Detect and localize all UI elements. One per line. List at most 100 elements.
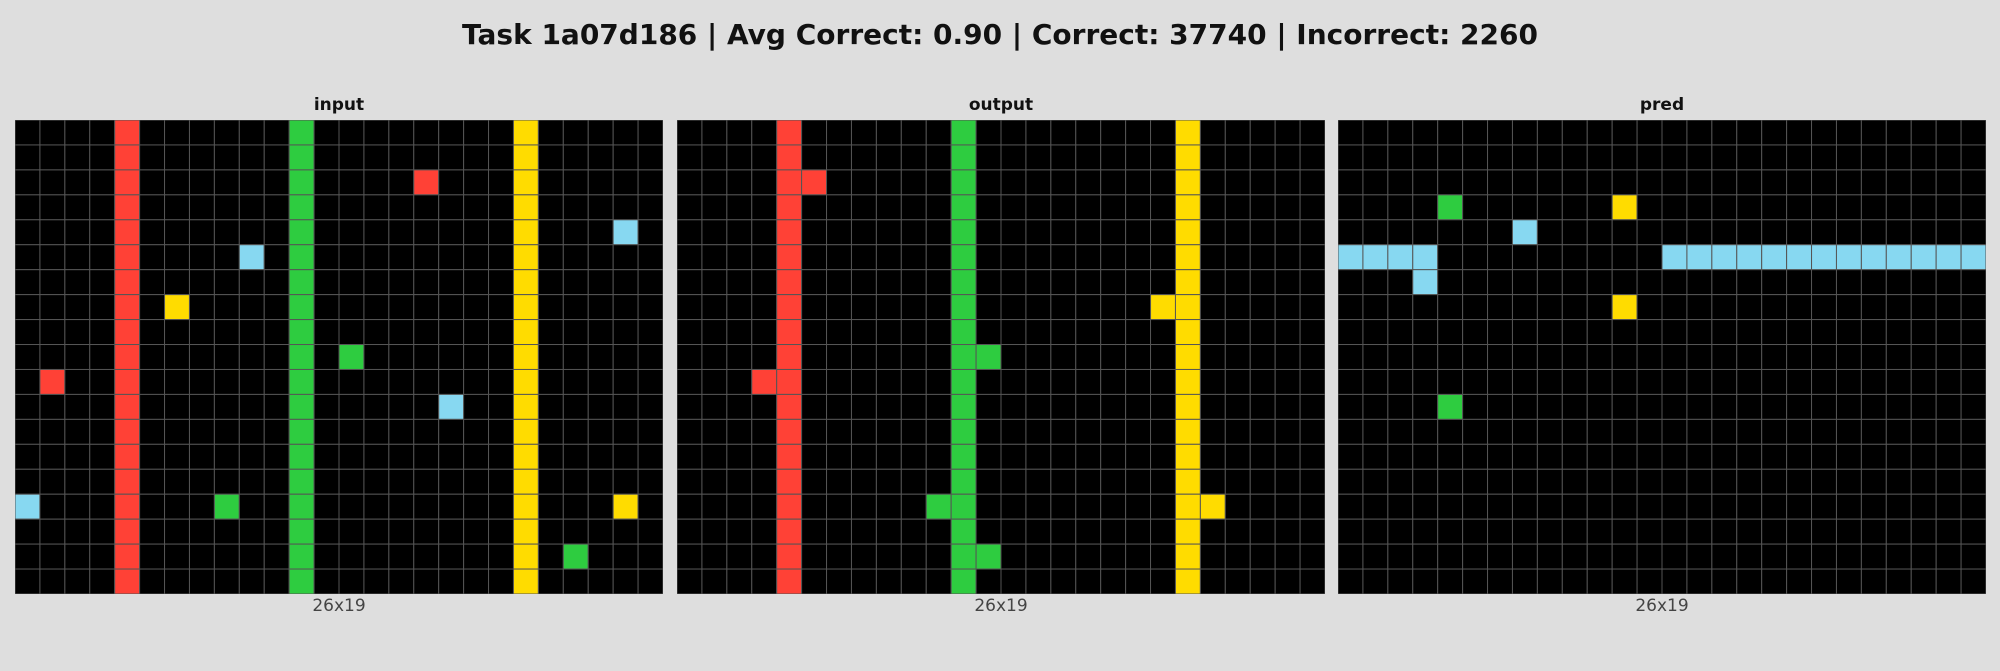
grid-cell bbox=[1299, 568, 1325, 594]
grid-cell bbox=[1299, 194, 1325, 221]
grid-cell bbox=[701, 269, 728, 296]
grid-cell bbox=[1437, 219, 1464, 246]
grid-cell bbox=[1199, 393, 1226, 420]
grid-cell bbox=[139, 418, 166, 445]
grid-cell bbox=[1487, 493, 1513, 520]
grid-cell bbox=[1412, 468, 1439, 495]
grid-cell bbox=[413, 194, 440, 221]
grid-cell bbox=[726, 443, 753, 470]
pred-grid bbox=[1338, 120, 1986, 594]
grid-cell bbox=[925, 543, 952, 570]
grid-cell bbox=[1224, 169, 1251, 196]
grid-cell bbox=[1050, 418, 1077, 445]
grid-cell bbox=[751, 120, 778, 146]
grid-cell bbox=[826, 443, 852, 470]
grid-cell bbox=[338, 120, 365, 146]
grid-cell bbox=[313, 443, 340, 470]
grid-cell bbox=[1387, 543, 1414, 570]
grid-cell bbox=[751, 393, 778, 420]
grid-cell bbox=[89, 294, 116, 321]
grid-cell bbox=[1025, 120, 1052, 146]
grid-cell bbox=[1686, 543, 1713, 570]
grid-cell bbox=[875, 518, 902, 545]
grid-cell bbox=[188, 244, 215, 271]
grid-cell bbox=[1249, 443, 1276, 470]
grid-cell bbox=[826, 543, 852, 570]
grid-cell bbox=[1338, 294, 1364, 321]
grid-cell bbox=[1462, 169, 1489, 196]
grid-cell bbox=[1686, 368, 1713, 395]
grid-cell bbox=[1935, 468, 1962, 495]
grid-cell bbox=[1125, 344, 1152, 370]
grid-cell bbox=[1299, 418, 1325, 445]
grid-cell bbox=[751, 294, 778, 321]
grid-cell bbox=[1761, 568, 1788, 594]
grid-cell bbox=[413, 294, 440, 321]
grid-cell bbox=[1199, 169, 1226, 196]
grid-cell bbox=[1249, 169, 1276, 196]
grid-cell bbox=[1362, 418, 1389, 445]
grid-cell bbox=[1000, 368, 1027, 395]
grid-cell bbox=[1025, 443, 1052, 470]
grid-cell bbox=[850, 120, 877, 146]
grid-cell bbox=[463, 294, 490, 321]
grid-cell bbox=[438, 368, 465, 395]
grid-cell bbox=[612, 393, 639, 420]
grid-cell bbox=[139, 120, 166, 146]
grid-cell bbox=[1835, 368, 1862, 395]
grid-cell bbox=[1960, 518, 1986, 545]
grid-cell bbox=[1050, 169, 1077, 196]
grid-cell bbox=[1150, 244, 1176, 271]
grid-cell bbox=[1736, 120, 1763, 146]
grid-cell bbox=[463, 244, 490, 271]
grid-cell bbox=[850, 493, 877, 520]
grid-cell bbox=[1511, 543, 1538, 570]
grid-cell bbox=[1586, 169, 1613, 196]
grid-cell bbox=[1075, 418, 1102, 445]
grid-cell bbox=[1536, 120, 1563, 146]
grid-cell bbox=[562, 368, 589, 395]
grid-cell bbox=[1174, 144, 1201, 171]
grid-cell bbox=[438, 443, 465, 470]
grid-cell bbox=[1611, 319, 1638, 346]
grid-cell bbox=[1860, 169, 1887, 196]
grid-cell bbox=[1786, 368, 1813, 395]
grid-cell bbox=[677, 443, 703, 470]
grid-cell bbox=[1050, 294, 1077, 321]
grid-cell bbox=[363, 543, 390, 570]
grid-cell bbox=[15, 269, 41, 296]
grid-cell bbox=[139, 269, 166, 296]
grid-cell bbox=[637, 120, 663, 146]
grid-cell bbox=[537, 120, 564, 146]
grid-cell bbox=[900, 319, 927, 346]
grid-cell bbox=[363, 418, 390, 445]
grid-cell bbox=[388, 169, 415, 196]
grid-cell bbox=[1586, 518, 1613, 545]
grid-cell bbox=[1150, 194, 1176, 221]
grid-cell bbox=[488, 543, 514, 570]
grid-cell bbox=[726, 418, 753, 445]
grid-cell bbox=[900, 393, 927, 420]
grid-cell bbox=[677, 219, 703, 246]
grid-cell bbox=[1511, 344, 1538, 370]
grid-cell bbox=[677, 144, 703, 171]
grid-cell bbox=[1935, 443, 1962, 470]
grid-cell bbox=[1885, 219, 1912, 246]
grid-cell bbox=[89, 194, 116, 221]
grid-cell bbox=[288, 120, 315, 146]
grid-cell bbox=[313, 219, 340, 246]
grid-cell bbox=[850, 244, 877, 271]
grid-cell bbox=[1885, 368, 1912, 395]
grid-cell bbox=[1761, 169, 1788, 196]
grid-cell bbox=[1075, 294, 1102, 321]
grid-cell bbox=[1661, 418, 1688, 445]
grid-cell bbox=[1487, 269, 1513, 296]
grid-cell bbox=[114, 443, 141, 470]
grid-cell bbox=[1711, 169, 1738, 196]
grid-cell bbox=[438, 468, 465, 495]
grid-cell bbox=[413, 244, 440, 271]
grid-cell bbox=[1536, 194, 1563, 221]
grid-cell bbox=[288, 344, 315, 370]
grid-cell bbox=[1736, 568, 1763, 594]
grid-cell bbox=[1536, 468, 1563, 495]
